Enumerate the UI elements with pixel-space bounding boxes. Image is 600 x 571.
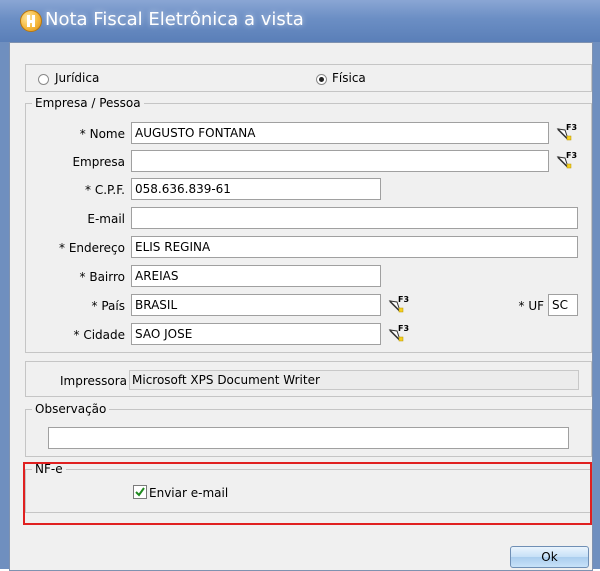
window-title: Nota Fiscal Eletrônica a vista (45, 9, 304, 30)
observacao-group: Observação (25, 402, 592, 457)
email-label: E-mail (87, 212, 125, 226)
observacao-caption: Observação (32, 402, 110, 416)
impressora-field: Microsoft XPS Document Writer (129, 370, 579, 390)
empresa-field[interactable] (131, 150, 549, 172)
dialog-client-area: Jurídica Física Empresa / Pessoa * Nome … (9, 42, 593, 571)
bairro-label: * Bairro (79, 270, 125, 284)
uf-field[interactable]: SC (548, 294, 578, 316)
svg-text:F3: F3 (566, 151, 577, 160)
person-type-group: Jurídica Física (25, 64, 592, 92)
svg-text:F3: F3 (566, 123, 577, 132)
app-logo-icon (20, 10, 42, 32)
impressora-label: Impressora (59, 374, 127, 388)
bairro-field[interactable]: AREIAS (131, 265, 381, 287)
pais-lookup-icon[interactable]: F3 (388, 294, 410, 314)
cidade-label: * Cidade (73, 328, 126, 342)
endereco-label: * Endereço (59, 241, 125, 255)
nome-field[interactable]: AUGUSTO FONTANA (131, 122, 549, 144)
radio-fisica[interactable] (316, 74, 327, 85)
nome-label: * Nome (79, 127, 125, 141)
radio-juridica[interactable] (38, 74, 49, 85)
cpf-label: * C.P.F. (85, 183, 125, 197)
impressora-panel: Impressora Microsoft XPS Document Writer (25, 361, 592, 397)
title-bar[interactable]: Nota Fiscal Eletrônica a vista (0, 0, 600, 42)
dialog-window: Nota Fiscal Eletrônica a vista Jurídica … (0, 0, 600, 571)
radio-fisica-label[interactable]: Física (332, 71, 366, 85)
empresa-label: Empresa (72, 155, 125, 169)
pais-field[interactable]: BRASIL (131, 294, 381, 316)
cidade-lookup-icon[interactable]: F3 (388, 323, 410, 343)
email-field[interactable] (131, 207, 578, 229)
svg-text:F3: F3 (398, 295, 409, 304)
empresa-pessoa-group: Empresa / Pessoa * Nome AUGUSTO FONTANA … (25, 96, 592, 353)
uf-label: * UF (518, 299, 545, 313)
ok-button[interactable]: Ok (510, 546, 589, 568)
pais-label: * País (91, 299, 125, 313)
cidade-field[interactable]: SAO JOSE (131, 323, 381, 345)
svg-text:F3: F3 (398, 324, 409, 333)
endereco-field[interactable]: ELIS REGINA (131, 236, 578, 258)
empresa-pessoa-caption: Empresa / Pessoa (32, 96, 144, 110)
nome-lookup-icon[interactable]: F3 (556, 122, 578, 142)
cpf-field[interactable]: 058.636.839-61 (131, 178, 381, 200)
observacao-field[interactable] (48, 427, 569, 449)
nfe-highlight-box (23, 462, 592, 525)
radio-juridica-label[interactable]: Jurídica (55, 71, 99, 85)
empresa-lookup-icon[interactable]: F3 (556, 150, 578, 170)
